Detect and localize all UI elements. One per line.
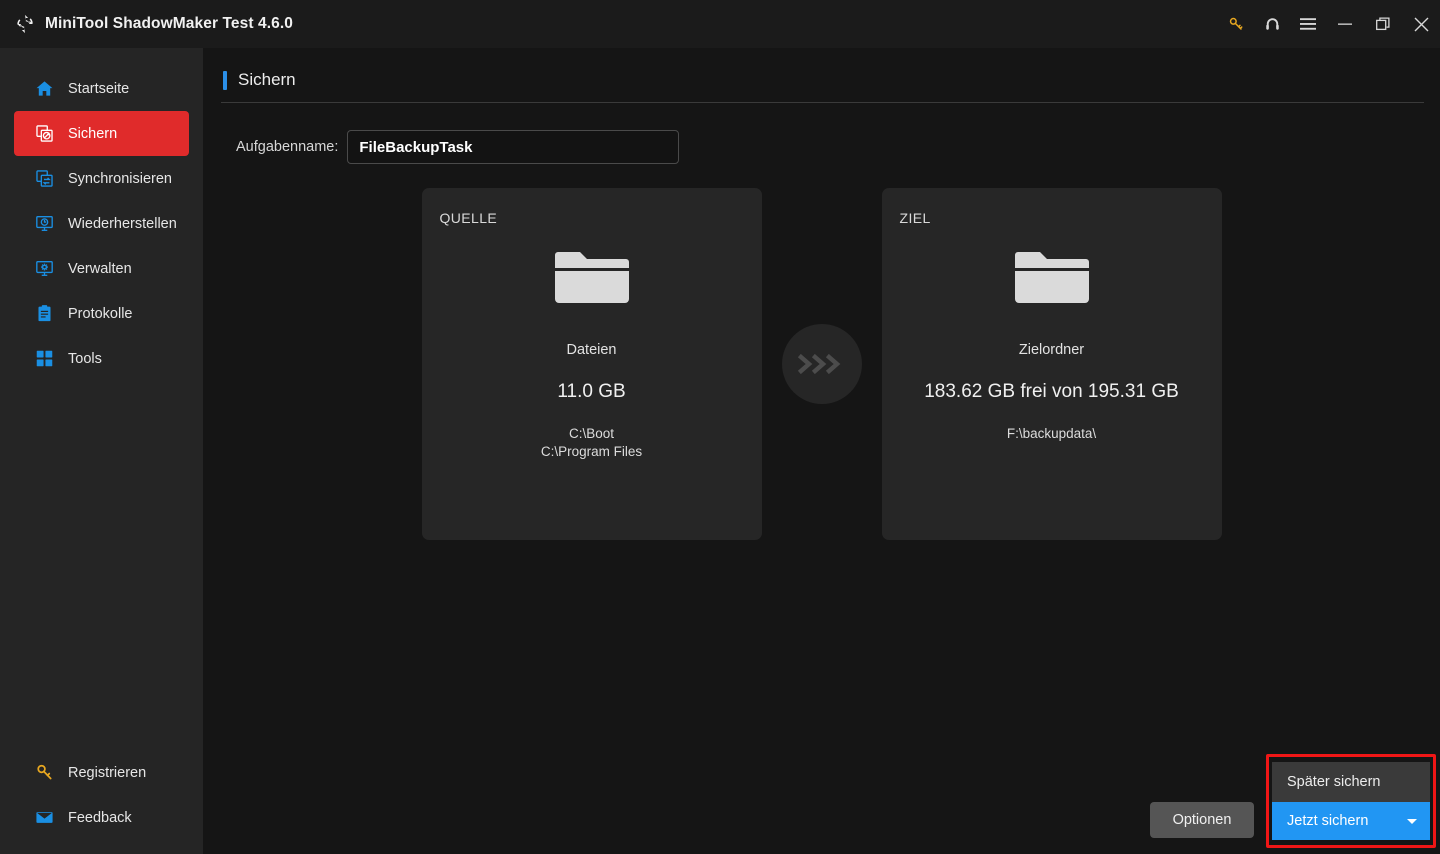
sidebar-item-registrieren[interactable]: Registrieren	[14, 750, 189, 795]
sidebar-item-label: Feedback	[68, 810, 132, 826]
options-button[interactable]: Optionen	[1150, 802, 1254, 838]
caret-down-icon[interactable]	[1407, 819, 1417, 824]
triple-chevron-right-icon	[782, 324, 862, 404]
destination-paths: F:\backupdata\	[1007, 425, 1096, 443]
folder-icon	[553, 247, 631, 318]
home-icon	[34, 79, 54, 99]
save-button-group: Später sichern Jetzt sichern	[1272, 762, 1430, 840]
destination-panel-title: ZIEL	[900, 210, 931, 226]
page-header-row: Sichern	[221, 70, 1424, 90]
sidebar-nav: Startseite Sichern	[0, 66, 203, 381]
restore-monitor-icon	[34, 214, 54, 234]
sidebar-item-label: Tools	[68, 351, 102, 367]
sync-icon	[34, 169, 54, 189]
destination-panel[interactable]: ZIEL Zielordner 183.62 GB frei von 195.3…	[882, 188, 1222, 540]
sidebar: Startseite Sichern	[0, 48, 203, 854]
hamburger-menu-icon[interactable]	[1290, 0, 1326, 48]
destination-kind: Zielordner	[1019, 342, 1084, 358]
sidebar-item-label: Wiederherstellen	[68, 216, 177, 232]
sidebar-item-sichern[interactable]: Sichern	[14, 111, 189, 156]
source-panel-title: QUELLE	[440, 210, 498, 226]
sidebar-item-synchronisieren[interactable]: Synchronisieren	[14, 156, 189, 201]
folder-icon	[1013, 247, 1091, 318]
key-icon[interactable]	[1218, 0, 1254, 48]
main-content: Sichern Aufgabenname: QUELLE	[203, 48, 1440, 854]
sidebar-item-label: Startseite	[68, 81, 129, 97]
app-title: MiniTool ShadowMaker Test 4.6.0	[45, 15, 293, 33]
backup-now-label: Jetzt sichern	[1287, 813, 1407, 829]
application-window: MiniTool ShadowMaker Test 4.6.0	[0, 0, 1440, 854]
sidebar-item-label: Protokolle	[68, 306, 132, 322]
sidebar-item-verwalten[interactable]: Verwalten	[14, 246, 189, 291]
sidebar-bottom: Registrieren Feedback	[0, 750, 203, 854]
source-panel[interactable]: QUELLE Dateien 11.0 GB C:\Boot C:\Progra…	[422, 188, 762, 540]
source-kind: Dateien	[567, 342, 617, 358]
footer-actions: Optionen Später sichern Jetzt sichern	[1150, 762, 1430, 840]
titlebar-buttons	[1218, 0, 1440, 48]
sidebar-item-tools[interactable]: Tools	[14, 336, 189, 381]
key-icon	[34, 763, 54, 783]
close-icon[interactable]	[1402, 0, 1440, 48]
sidebar-spacer	[0, 381, 203, 750]
task-name-row: Aufgabenname:	[203, 103, 1440, 164]
sidebar-item-label: Sichern	[68, 126, 117, 142]
clipboard-log-icon	[34, 304, 54, 324]
backup-now-button[interactable]: Jetzt sichern	[1272, 802, 1430, 840]
grid-squares-icon	[34, 349, 54, 369]
sidebar-item-startseite[interactable]: Startseite	[14, 66, 189, 111]
minimize-icon[interactable]	[1326, 0, 1364, 48]
headphones-icon[interactable]	[1254, 0, 1290, 48]
source-paths: C:\Boot C:\Program Files	[541, 425, 642, 461]
backup-icon	[34, 124, 54, 144]
accent-bar	[223, 71, 227, 90]
source-size: 11.0 GB	[557, 381, 625, 403]
title-bar: MiniTool ShadowMaker Test 4.6.0	[0, 0, 1440, 48]
backup-later-button[interactable]: Später sichern	[1272, 762, 1430, 802]
sidebar-item-label: Synchronisieren	[68, 171, 172, 187]
manage-gear-monitor-icon	[34, 259, 54, 279]
task-name-input[interactable]	[347, 130, 679, 164]
envelope-icon	[34, 808, 54, 828]
sync-logo-icon	[14, 13, 36, 35]
destination-size: 183.62 GB frei von 195.31 GB	[924, 381, 1179, 403]
app-body: Startseite Sichern	[0, 48, 1440, 854]
page-title: Sichern	[238, 70, 296, 90]
task-name-label: Aufgabenname:	[236, 139, 338, 155]
sidebar-item-label: Registrieren	[68, 765, 146, 781]
sidebar-item-feedback[interactable]: Feedback	[14, 795, 189, 840]
restore-icon[interactable]	[1364, 0, 1402, 48]
page-header: Sichern	[203, 48, 1440, 103]
sidebar-item-wiederherstellen[interactable]: Wiederherstellen	[14, 201, 189, 246]
sidebar-item-protokolle[interactable]: Protokolle	[14, 291, 189, 336]
sidebar-item-label: Verwalten	[68, 261, 132, 277]
backup-panels: QUELLE Dateien 11.0 GB C:\Boot C:\Progra…	[203, 188, 1440, 540]
